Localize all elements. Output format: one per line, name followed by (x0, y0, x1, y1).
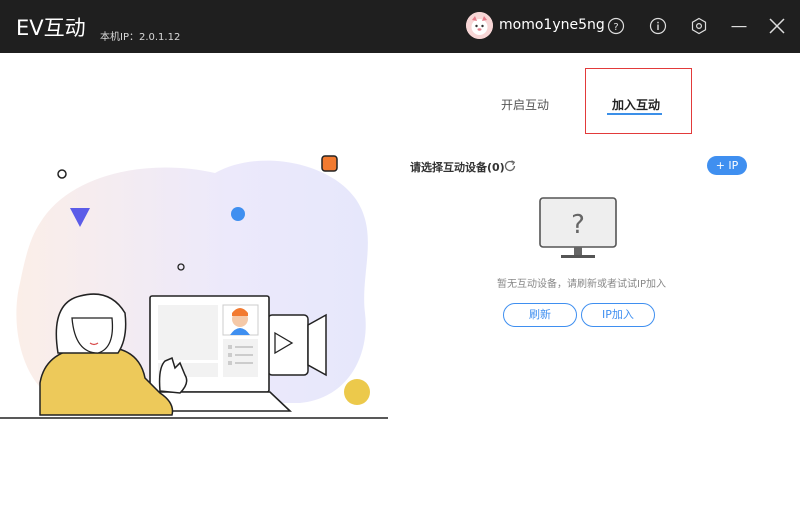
help-icon[interactable]: ? (607, 17, 625, 35)
svg-text:?: ? (613, 22, 618, 33)
info-icon[interactable] (649, 17, 667, 35)
active-tab-underline (607, 113, 662, 115)
title-bar: EV互动 本机IP：2.0.1.12 momo1yne5ng ? (0, 0, 800, 53)
tab-start-interaction[interactable]: 开启互动 (501, 96, 549, 113)
add-ip-button[interactable]: + IP (707, 156, 747, 175)
ip-join-button[interactable]: IP加入 (581, 303, 655, 327)
device-list-title: 请选择互动设备(0) (410, 161, 505, 174)
local-ip-label: 本机IP：2.0.1.12 (100, 32, 181, 43)
close-icon[interactable] (768, 17, 786, 35)
tab-join-interaction[interactable]: 加入互动 (612, 96, 660, 113)
username[interactable]: momo1yne5ng (499, 17, 605, 33)
empty-device-icon: ? (539, 197, 617, 261)
empty-device-message: 暂无互动设备，请刷新或者试试IP加入 (497, 279, 666, 290)
app-title: EV互动 (16, 16, 86, 40)
svg-text:?: ? (571, 210, 585, 240)
interaction-illustration (0, 153, 390, 423)
avatar[interactable] (466, 12, 493, 39)
main-panel: 开启互动 加入互动 请选择互动设备(0) + IP ? 暂无互动设备，请刷新或者… (0, 53, 800, 520)
minimize-icon[interactable] (730, 17, 748, 35)
refresh-icon[interactable] (503, 158, 517, 172)
refresh-button[interactable]: 刷新 (503, 303, 577, 327)
settings-icon[interactable] (690, 17, 708, 35)
